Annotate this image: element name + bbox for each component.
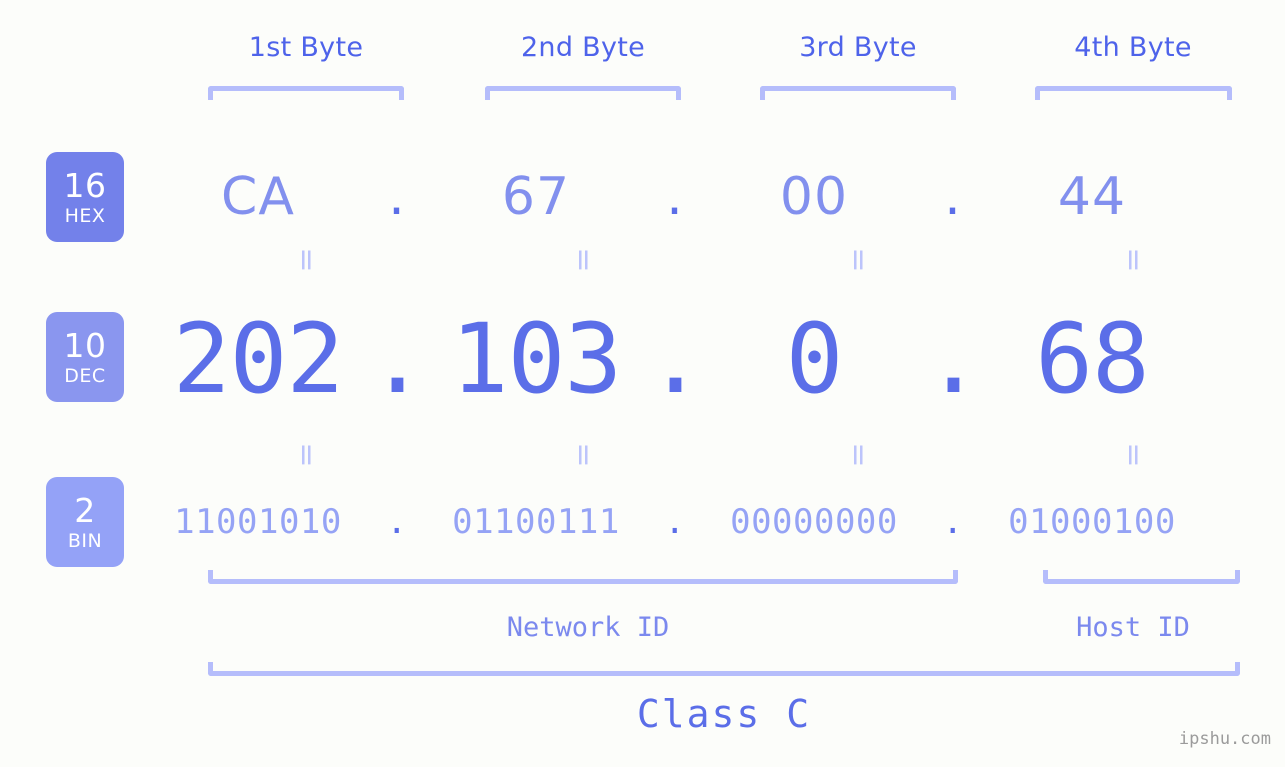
badge-bin: 2 BIN [46, 477, 124, 567]
host-id-bracket [1043, 570, 1240, 584]
class-bracket [208, 662, 1240, 676]
dec-byte-1: 202 [172, 303, 344, 415]
hex-separator-3: . [944, 167, 962, 227]
class-label: Class C [636, 692, 812, 736]
hex-byte-1: CA [221, 167, 295, 227]
badge-dec: 10 DEC [46, 312, 124, 402]
hex-byte-4: 44 [1057, 167, 1127, 227]
bin-separator-3: . [942, 502, 964, 542]
byte-bracket-2 [485, 86, 681, 100]
badge-dec-system: DEC [64, 364, 106, 387]
badge-dec-base: 10 [63, 325, 107, 365]
dec-byte-2: 103 [450, 303, 622, 415]
ip-breakdown-diagram: 1st Byte 2nd Byte 3rd Byte 4th Byte 16 H… [0, 0, 1285, 767]
network-id-bracket [208, 570, 958, 584]
hex-separator-1: . [388, 167, 406, 227]
bin-byte-1: 11001010 [174, 502, 342, 542]
byte-header-2: 2nd Byte [520, 32, 646, 63]
hex-byte-2: 67 [501, 167, 571, 227]
dec-separator-3: . [924, 303, 983, 415]
host-id-label: Host ID [1076, 612, 1190, 643]
dec-separator-1: . [368, 303, 427, 415]
byte-header-1: 1st Byte [248, 32, 364, 63]
byte-bracket-3 [760, 86, 956, 100]
dec-separator-2: . [646, 303, 705, 415]
byte-bracket-4 [1035, 86, 1232, 100]
badge-bin-base: 2 [74, 490, 96, 530]
badge-bin-system: BIN [67, 529, 103, 552]
byte-header-3: 3rd Byte [799, 32, 917, 63]
bin-byte-4: 01000100 [1008, 502, 1176, 542]
badge-hex: 16 HEX [46, 152, 124, 242]
decimal-value-row: 202 . 103 . 0 . 68 [160, 300, 1285, 418]
bin-byte-2: 01100111 [452, 502, 620, 542]
dec-byte-3: 0 [785, 303, 844, 415]
binary-value-row: 11001010 . 01100111 . 00000000 . 0100010… [160, 488, 1285, 556]
dec-byte-4: 68 [1035, 303, 1150, 415]
network-id-label: Network ID [506, 612, 670, 643]
hex-byte-3: 00 [779, 167, 849, 227]
site-watermark: ipshu.com [1178, 729, 1271, 749]
byte-header-4: 4th Byte [1074, 32, 1192, 63]
badge-hex-system: HEX [64, 204, 106, 227]
bin-separator-2: . [664, 502, 686, 542]
bin-byte-3: 00000000 [730, 502, 898, 542]
hex-value-row: CA . 67 . 00 . 44 [160, 150, 1285, 244]
badge-hex-base: 16 [63, 165, 107, 205]
byte-bracket-1 [208, 86, 404, 100]
hex-separator-2: . [666, 167, 684, 227]
bin-separator-1: . [386, 502, 408, 542]
